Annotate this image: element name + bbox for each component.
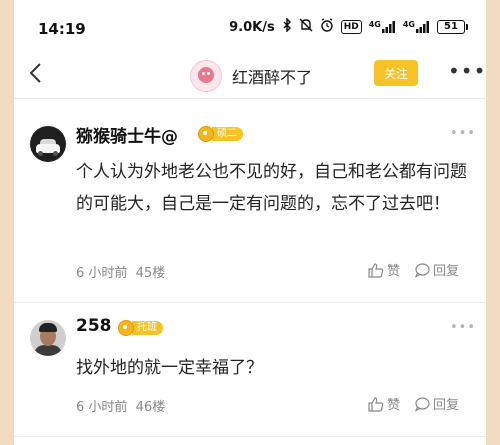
badge-label: 硕二 xyxy=(212,127,243,141)
level-badge: 硕二 xyxy=(198,126,243,142)
follow-button[interactable]: 关注 xyxy=(374,60,418,86)
status-right: 9.0K/s HD 4G 4G 51 xyxy=(229,17,468,36)
comment-divider xyxy=(14,302,486,303)
level-badge: 托班 xyxy=(118,320,163,336)
user-avatar[interactable] xyxy=(30,320,66,356)
battery-icon: 51 xyxy=(437,20,468,34)
app-frame: 14:19 9.0K/s HD 4G 4G 51 红酒醉不了 关注 ••• 猕猴… xyxy=(14,0,486,445)
comment-actions: 赞 回复 xyxy=(368,394,459,413)
medal-icon xyxy=(118,320,134,336)
comment-item: 258 托班 ••• 找外地的就一定幸福了？ 6 小时前 46楼 赞 回复 xyxy=(14,306,486,426)
battery-tip xyxy=(466,24,468,30)
comment-divider xyxy=(14,436,486,437)
thumbs-up-icon xyxy=(368,396,384,412)
bluetooth-icon xyxy=(282,17,292,36)
reply-button[interactable]: 回复 xyxy=(414,260,459,279)
comment-item: 猕猴骑士牛@ 硕二 ••• 个人认为外地老公也不见的好，自己和老公都有问题的可能… xyxy=(14,110,486,296)
forum-title[interactable]: 红酒醉不了 xyxy=(190,60,312,92)
signal-icon: 4G xyxy=(369,21,396,33)
reply-bubble-icon xyxy=(414,262,430,278)
reply-bubble-icon xyxy=(414,396,430,412)
comment-text: 个人认为外地老公也不见的好，自己和老公都有问题的可能大，自己是一定有问题的，忘不… xyxy=(76,162,467,214)
reply-button[interactable]: 回复 xyxy=(414,394,459,413)
network-speed: 9.0K/s xyxy=(229,19,275,35)
badge-label: 托班 xyxy=(132,321,163,335)
comment-actions: 赞 回复 xyxy=(368,260,459,279)
header-divider xyxy=(14,98,486,99)
forum-avatar xyxy=(190,60,222,92)
mute-icon xyxy=(299,18,313,36)
reply-label: 回复 xyxy=(433,264,460,279)
top-nav: 红酒醉不了 关注 ••• xyxy=(14,52,486,98)
comment-text: 找外地的就一定幸福了？ xyxy=(76,358,263,378)
battery-level: 51 xyxy=(437,20,465,34)
reply-label: 回复 xyxy=(433,398,460,413)
status-bar: 14:19 9.0K/s HD 4G 4G 51 xyxy=(14,0,486,52)
comment-floor: 46楼 xyxy=(135,400,166,415)
medal-icon xyxy=(198,126,214,142)
signal-icon: 4G xyxy=(403,21,430,33)
comment-time: 6 小时前 xyxy=(76,400,128,415)
like-button[interactable]: 赞 xyxy=(368,394,400,413)
comment-meta: 6 小时前 46楼 xyxy=(76,396,165,415)
comment-meta: 6 小时前 45楼 xyxy=(76,262,165,281)
comment-time: 6 小时前 xyxy=(76,266,128,281)
back-button[interactable] xyxy=(22,58,52,88)
alarm-icon xyxy=(320,18,334,36)
comment-more-icon[interactable]: ••• xyxy=(450,126,476,141)
comment-more-icon[interactable]: ••• xyxy=(450,320,476,335)
like-button[interactable]: 赞 xyxy=(368,260,400,279)
username[interactable]: 258 xyxy=(76,316,112,336)
like-label: 赞 xyxy=(387,398,401,413)
chevron-left-icon xyxy=(29,63,41,83)
forum-name: 红酒醉不了 xyxy=(232,68,313,87)
username[interactable]: 猕猴骑士牛@ xyxy=(76,122,178,147)
signal-label: 4G xyxy=(368,20,381,29)
thumbs-up-icon xyxy=(368,262,384,278)
user-avatar[interactable] xyxy=(30,126,66,162)
comment-floor: 45楼 xyxy=(135,266,166,281)
hd-icon: HD xyxy=(340,20,362,34)
like-label: 赞 xyxy=(387,264,401,279)
signal-label: 4G xyxy=(402,20,415,29)
more-options-icon[interactable]: ••• xyxy=(448,61,486,81)
status-time: 14:19 xyxy=(38,20,86,38)
